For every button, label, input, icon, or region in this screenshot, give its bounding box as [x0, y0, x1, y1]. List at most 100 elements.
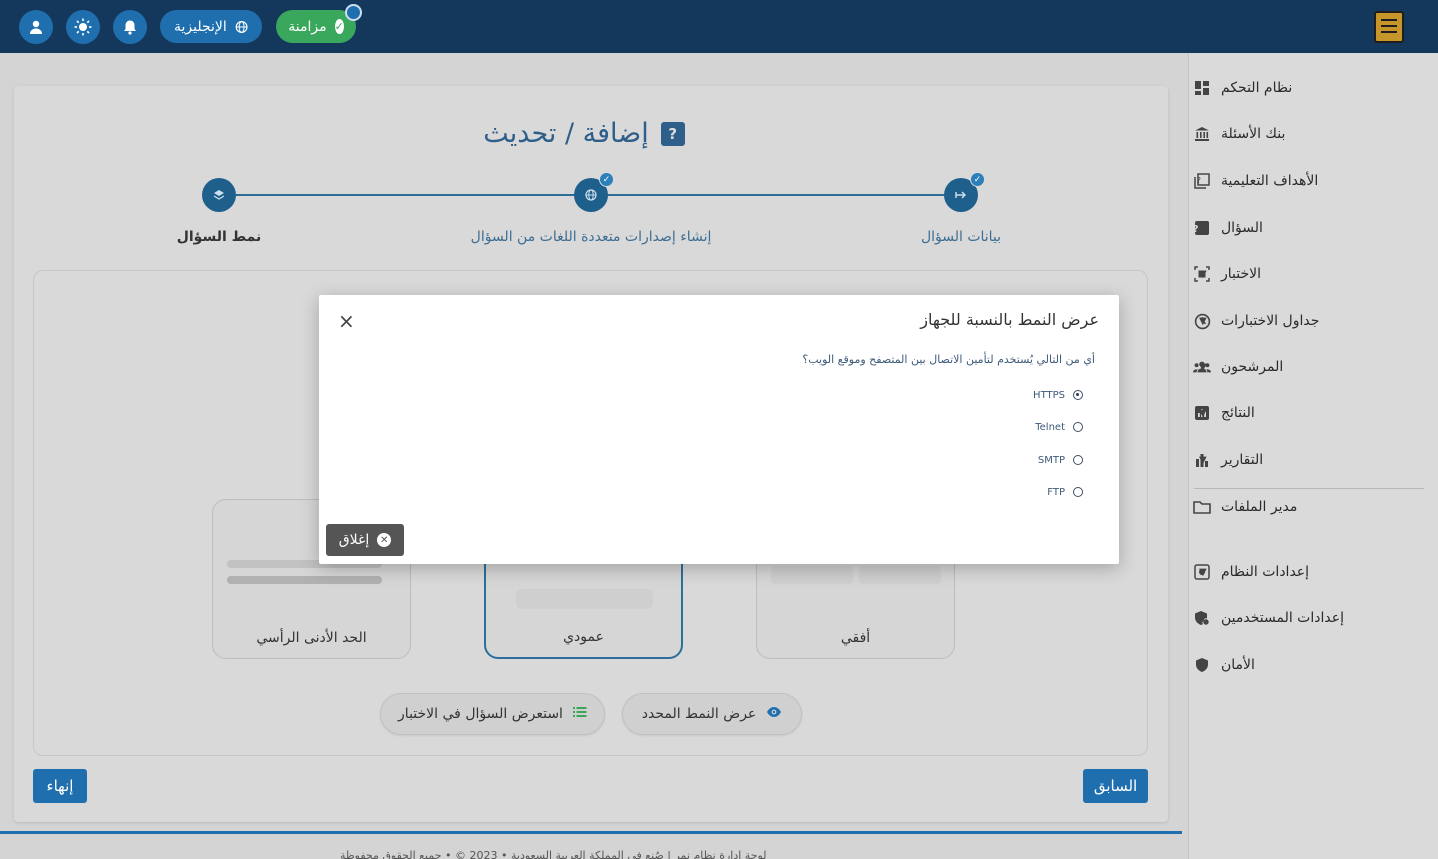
objectives-icon: ? — [1193, 172, 1211, 190]
sidebar-item-dashboard[interactable]: نظام التحكم — [1193, 73, 1418, 103]
step-complete-check-icon: ✓ — [970, 172, 985, 187]
footer-copyright: لوحة إدارة نظام نمر | صُنع في المملكة ال… — [340, 849, 767, 859]
sidebar-item-security[interactable]: ▼ الأمان — [1193, 650, 1418, 680]
notifications-button[interactable] — [113, 10, 147, 44]
layers-icon — [213, 190, 225, 200]
finish-button[interactable]: إنهاء — [33, 769, 87, 803]
radio-icon[interactable] — [1073, 422, 1083, 432]
globe-icon — [585, 189, 597, 201]
sidebar-item-label: المرشحون — [1221, 359, 1284, 375]
preview-selected-layout-button[interactable]: عرض النمط المحدد — [622, 693, 802, 735]
sidebar-item-exam[interactable]: ▼ الاختبار — [1193, 259, 1418, 289]
sidebar-item-label: إعدادات النظام — [1221, 564, 1310, 580]
sidebar-item-label: النتائج — [1221, 405, 1255, 421]
bank-icon — [1193, 125, 1211, 143]
user-avatar-button[interactable] — [19, 10, 53, 44]
radio-icon[interactable] — [1073, 487, 1083, 497]
chevron-down-icon: ▼ — [1199, 454, 1207, 466]
svg-text:?: ? — [1197, 176, 1201, 185]
step-complete-check-icon: ✓ — [599, 172, 614, 187]
sidebar-divider — [1194, 488, 1424, 489]
eye-icon — [766, 706, 782, 722]
dialog-close-button[interactable]: إغلاق ✕ — [326, 524, 404, 556]
sidebar-item-exam-schedules[interactable]: ▼ جداول الاختبارات — [1193, 306, 1418, 336]
question-text: أي من التالي يُستخدم لتأمين الاتصال بين … — [802, 353, 1095, 366]
dialog-title: عرض النمط بالنسبة للجهاز — [920, 310, 1099, 329]
globe-icon — [235, 20, 248, 33]
top-bar: الإنجليزية مزامنة ✓ — [0, 0, 1438, 53]
sidebar-item-label: الأمان — [1221, 657, 1255, 673]
sync-status-dot — [345, 4, 362, 21]
chevron-down-icon: ▼ — [1199, 268, 1207, 280]
sidebar-item-learning-objectives[interactable]: الأهداف التعليمية ? — [1193, 166, 1418, 196]
close-icon[interactable]: × — [338, 311, 355, 331]
sidebar-item-candidates[interactable]: ▼ المرشحون — [1193, 352, 1418, 382]
step-label: بيانات السؤال — [920, 229, 1002, 245]
device-layout-preview-dialog: عرض النمط بالنسبة للجهاز × أي من التالي … — [319, 295, 1119, 564]
option-label: HTTPS — [1033, 389, 1065, 401]
dashboard-icon — [1193, 79, 1211, 97]
radio-selected-icon[interactable] — [1073, 390, 1083, 400]
step-label: إنشاء إصدارات متعددة اللغات من السؤال — [470, 229, 712, 245]
chevron-down-icon: ▼ — [1199, 315, 1207, 327]
previous-button[interactable]: السابق — [1083, 769, 1148, 803]
sidebar-item-label: الأهداف التعليمية — [1221, 173, 1319, 189]
option-label: Telnet — [1035, 421, 1065, 433]
chevron-down-icon: ▼ — [1199, 361, 1207, 373]
sun-icon — [74, 18, 92, 36]
svg-text:?: ? — [1194, 224, 1199, 235]
sidebar-item-label: بنك الأسئلة — [1221, 126, 1286, 142]
sidebar-item-user-settings[interactable]: ▼ إعدادات المستخدمين — [1193, 603, 1418, 633]
sidebar-item-question-bank[interactable]: بنك الأسئلة — [1193, 119, 1418, 149]
sidebar-item-file-manager[interactable]: مدير الملفات — [1193, 492, 1418, 522]
app-logo[interactable] — [1374, 11, 1404, 43]
sidebar-item-label: نظام التحكم — [1221, 80, 1293, 96]
chevron-down-icon: ▼ — [1199, 612, 1207, 624]
footer-divider — [0, 831, 1182, 834]
layout-option-label: الحد الأدنى الرأسي — [256, 630, 367, 646]
sidebar-item-label: الاختبار — [1221, 266, 1262, 282]
folder-icon — [1193, 498, 1211, 516]
sidebar-item-label: جداول الاختبارات — [1221, 313, 1320, 329]
answer-option[interactable]: Telnet — [1035, 420, 1083, 434]
answer-option[interactable]: HTTPS — [1033, 388, 1083, 402]
check-circle-icon: ✓ — [334, 19, 344, 34]
sidebar-item-label: مدير الملفات — [1221, 499, 1298, 515]
option-label: FTP — [1047, 486, 1065, 498]
sidebar-item-results[interactable]: ▼ النتائج — [1193, 398, 1418, 428]
sync-label: مزامنة — [288, 18, 327, 35]
list-icon — [572, 706, 587, 722]
preview-in-exam-button[interactable]: استعرض السؤال في الاختبار — [380, 693, 605, 735]
sidebar-item-reports[interactable]: ▼ التقارير — [1193, 445, 1418, 475]
sidebar-item-system-settings[interactable]: ▼ إعدادات النظام — [1193, 557, 1418, 587]
close-circle-icon: ✕ — [377, 533, 392, 547]
step-question-layout[interactable] — [202, 178, 236, 212]
chevron-down-icon: ▼ — [1199, 659, 1207, 671]
option-label: SMTP — [1037, 454, 1065, 466]
theme-toggle-button[interactable] — [66, 10, 100, 44]
sidebar-item-label: السؤال — [1221, 220, 1263, 236]
preview-selected-label: عرض النمط المحدد — [641, 706, 757, 722]
sidebar-item-question[interactable]: ▼ السؤال ? — [1193, 213, 1418, 243]
chevron-down-icon: ▼ — [1199, 407, 1207, 419]
layout-option-label: عمودي — [563, 629, 604, 645]
close-button-label: إغلاق — [338, 532, 370, 548]
step-label-active: نمط السؤال — [176, 229, 262, 245]
answer-option[interactable]: FTP — [1047, 485, 1083, 499]
bell-icon — [124, 20, 136, 35]
answer-option[interactable]: SMTP — [1038, 453, 1083, 467]
sync-button[interactable]: مزامنة ✓ — [276, 10, 356, 43]
language-switch-button[interactable]: الإنجليزية — [160, 10, 262, 43]
layout-option-label: أفقي — [840, 630, 871, 646]
radio-icon[interactable] — [1073, 455, 1083, 465]
chevron-down-icon: ▼ — [1199, 222, 1207, 234]
sidebar-item-label: التقارير — [1221, 452, 1264, 468]
preview-in-exam-label: استعرض السؤال في الاختبار — [398, 706, 563, 722]
chevron-down-icon: ▼ — [1199, 566, 1207, 578]
page-title: إضافة / تحديث ? — [0, 118, 1168, 149]
arrow-right-icon — [955, 191, 966, 199]
language-label: الإنجليزية — [174, 18, 227, 35]
page-title-text: إضافة / تحديث — [483, 118, 649, 149]
user-icon — [30, 20, 42, 34]
question-list-icon: ? — [660, 121, 685, 146]
